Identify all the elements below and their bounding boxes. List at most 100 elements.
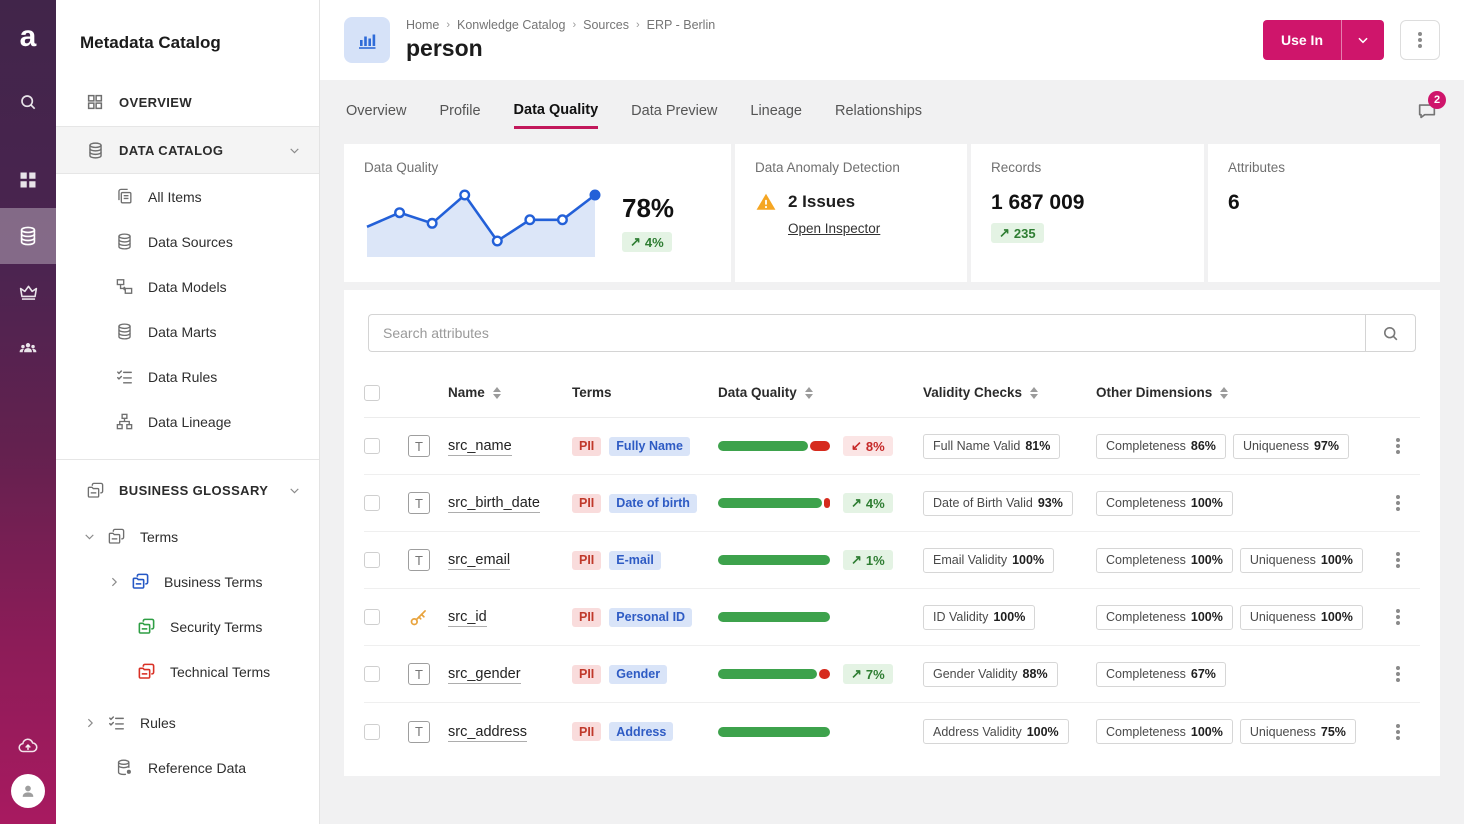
column-header-name[interactable]: Name	[448, 385, 572, 400]
sidebar-item-security-terms[interactable]: Security Terms	[56, 604, 319, 649]
rail-governance-button[interactable]	[0, 264, 56, 320]
dimension-chip[interactable]: Completeness67%	[1096, 662, 1226, 687]
pii-tag[interactable]: PII	[572, 494, 601, 513]
term-tag[interactable]: Address	[609, 722, 673, 741]
attribute-name-link[interactable]: src_address	[448, 724, 527, 742]
rail-data-catalog-button[interactable]	[0, 208, 56, 264]
column-header-terms[interactable]: Terms	[572, 385, 718, 400]
header-kebab-button[interactable]	[1400, 20, 1440, 60]
term-tag[interactable]: Personal ID	[609, 608, 692, 627]
sidebar-item-rules[interactable]: Rules	[56, 700, 319, 745]
pii-tag[interactable]: PII	[572, 437, 601, 456]
row-checkbox[interactable]	[364, 609, 380, 625]
row-kebab-button[interactable]	[1376, 730, 1420, 734]
sidebar-item-business-glossary[interactable]: BUSINESS GLOSSARY	[56, 466, 319, 514]
row-checkbox[interactable]	[364, 495, 380, 511]
sidebar-item-overview[interactable]: OVERVIEW	[56, 78, 319, 126]
attribute-name-link[interactable]: src_id	[448, 609, 487, 627]
pii-tag[interactable]: PII	[572, 722, 601, 741]
row-checkbox[interactable]	[364, 666, 380, 682]
app-logo[interactable]: a	[0, 0, 56, 74]
user-avatar[interactable]	[11, 774, 45, 808]
sidebar-item-terms[interactable]: Terms	[56, 514, 319, 559]
breadcrumb-link[interactable]: Sources	[583, 18, 629, 32]
search-button[interactable]	[1365, 314, 1416, 352]
attribute-name-link[interactable]: src_email	[448, 552, 510, 570]
chevron-down-icon[interactable]	[83, 530, 97, 543]
sidebar-item-data-marts[interactable]: Data Marts	[56, 309, 319, 354]
tab-relationships[interactable]: Relationships	[835, 95, 922, 127]
row-kebab-button[interactable]	[1376, 501, 1420, 505]
term-tag[interactable]: E-mail	[609, 551, 661, 570]
column-header-data-quality[interactable]: Data Quality	[718, 385, 923, 400]
attribute-name-link[interactable]: src_birth_date	[448, 495, 540, 513]
search-input[interactable]	[368, 314, 1365, 352]
tab-data-quality[interactable]: Data Quality	[514, 94, 599, 129]
sidebar-item-all-items[interactable]: All Items	[56, 174, 319, 219]
dimension-chip[interactable]: Completeness100%	[1096, 491, 1233, 516]
tab-data-preview[interactable]: Data Preview	[631, 95, 717, 127]
rail-overview-button[interactable]	[0, 152, 56, 208]
open-inspector-link[interactable]: Open Inspector	[788, 221, 880, 236]
sort-icon[interactable]	[1220, 387, 1228, 399]
term-tag[interactable]: Gender	[609, 665, 667, 684]
comments-button[interactable]: 2	[1416, 100, 1438, 122]
validity-chip[interactable]: Address Validity100%	[923, 719, 1069, 744]
column-header-validity-checks[interactable]: Validity Checks	[923, 385, 1096, 400]
tab-profile[interactable]: Profile	[439, 95, 480, 127]
term-tag[interactable]: Fully Name	[609, 437, 690, 456]
dimension-chip[interactable]: Uniqueness100%	[1240, 605, 1363, 630]
use-in-button[interactable]: Use In	[1263, 20, 1342, 60]
tab-lineage[interactable]: Lineage	[750, 95, 802, 127]
rail-search-button[interactable]	[0, 74, 56, 130]
sidebar-item-business-terms[interactable]: Business Terms	[56, 559, 319, 604]
row-checkbox[interactable]	[364, 438, 380, 454]
pii-tag[interactable]: PII	[572, 665, 601, 684]
dimension-chip[interactable]: Completeness86%	[1096, 434, 1226, 459]
sidebar-item-data-rules[interactable]: Data Rules	[56, 354, 319, 399]
dimension-chip[interactable]: Uniqueness100%	[1240, 548, 1363, 573]
dimension-chip[interactable]: Uniqueness97%	[1233, 434, 1349, 459]
validity-chip[interactable]: Email Validity100%	[923, 548, 1054, 573]
chevron-right-icon[interactable]	[84, 716, 97, 730]
pii-tag[interactable]: PII	[572, 551, 601, 570]
sidebar-item-data-models[interactable]: Data Models	[56, 264, 319, 309]
sort-icon[interactable]	[493, 387, 501, 399]
tab-overview[interactable]: Overview	[346, 95, 406, 127]
row-kebab-button[interactable]	[1376, 444, 1420, 448]
sidebar-item-reference-data[interactable]: Reference Data	[56, 745, 319, 790]
dimension-chip[interactable]: Uniqueness75%	[1240, 719, 1356, 744]
use-in-dropdown-button[interactable]	[1342, 20, 1384, 60]
term-tag[interactable]: Date of birth	[609, 494, 697, 513]
column-header-other-dimensions[interactable]: Other Dimensions	[1096, 385, 1376, 400]
validity-chip[interactable]: ID Validity100%	[923, 605, 1035, 630]
select-all-checkbox[interactable]	[364, 385, 380, 401]
validity-chip[interactable]: Date of Birth Valid93%	[923, 491, 1073, 516]
row-checkbox[interactable]	[364, 724, 380, 740]
rail-people-button[interactable]	[0, 320, 56, 376]
pii-tag[interactable]: PII	[572, 608, 601, 627]
chevron-right-icon[interactable]	[108, 575, 121, 589]
dimension-chip[interactable]: Completeness100%	[1096, 548, 1233, 573]
validity-chip[interactable]: Full Name Valid81%	[923, 434, 1060, 459]
sidebar-item-data-lineage[interactable]: Data Lineage	[56, 399, 319, 444]
row-kebab-button[interactable]	[1376, 672, 1420, 676]
dimension-chip[interactable]: Completeness100%	[1096, 605, 1233, 630]
breadcrumb-link[interactable]: Home	[406, 18, 439, 32]
rail-cloud-sync-button[interactable]	[0, 718, 56, 774]
row-checkbox[interactable]	[364, 552, 380, 568]
sort-icon[interactable]	[1030, 387, 1038, 399]
chevron-down-icon[interactable]	[288, 144, 301, 157]
breadcrumb-link[interactable]: Konwledge Catalog	[457, 18, 565, 32]
validity-chip[interactable]: Gender Validity88%	[923, 662, 1058, 687]
sort-icon[interactable]	[805, 387, 813, 399]
chevron-down-icon[interactable]	[288, 484, 301, 497]
sidebar-item-data-sources[interactable]: Data Sources	[56, 219, 319, 264]
attribute-name-link[interactable]: src_name	[448, 438, 512, 456]
row-kebab-button[interactable]	[1376, 558, 1420, 562]
breadcrumb-link[interactable]: ERP - Berlin	[647, 18, 716, 32]
row-kebab-button[interactable]	[1376, 615, 1420, 619]
sidebar-item-technical-terms[interactable]: Technical Terms	[56, 649, 319, 694]
attribute-name-link[interactable]: src_gender	[448, 666, 521, 684]
sidebar-item-data-catalog[interactable]: DATA CATALOG	[56, 126, 319, 174]
